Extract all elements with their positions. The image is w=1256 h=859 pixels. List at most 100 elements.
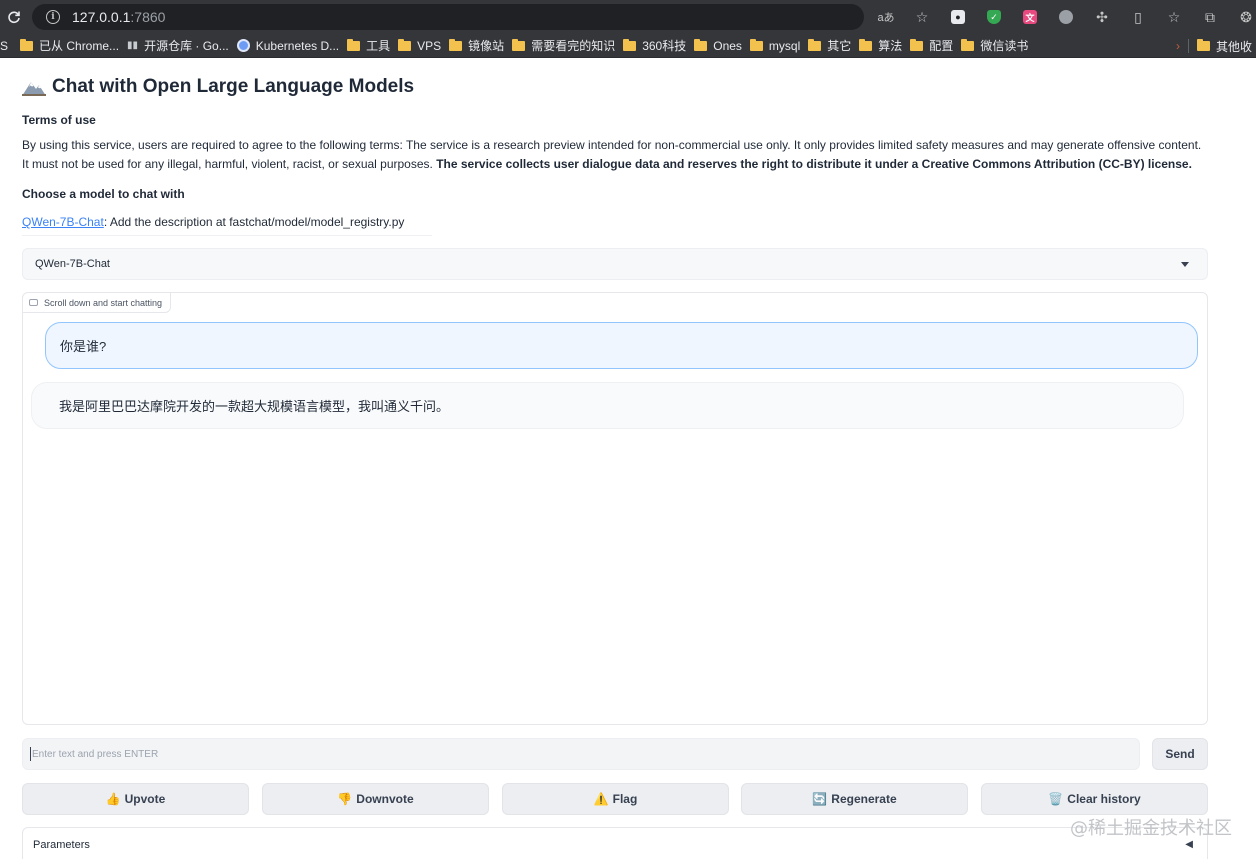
selected-model: QWen-7B-Chat xyxy=(35,258,110,270)
regenerate-button[interactable]: 🔄 Regenerate xyxy=(741,783,968,815)
bookmark-item[interactable]: mysql xyxy=(749,38,808,53)
folder-icon xyxy=(623,38,637,51)
regenerate-label: Regenerate xyxy=(831,792,897,806)
shield-icon[interactable]: ✓ xyxy=(976,0,1012,34)
folder-icon xyxy=(512,38,526,51)
chatbot[interactable]: Scroll down and start chatting 你是谁? 我是阿里… xyxy=(22,292,1208,725)
refresh-icon: 🔄 xyxy=(812,792,828,806)
upvote-button[interactable]: 👍 Upvote xyxy=(22,783,249,815)
bookmark-label: 需要看完的知识 xyxy=(531,39,616,53)
flag-button[interactable]: ⚠️ Flag xyxy=(502,783,729,815)
warning-icon: ⚠️ xyxy=(593,792,609,806)
bot-message: 我是阿里巴巴达摩院开发的一款超大规模语言模型，我叫通义千问。 xyxy=(31,382,1184,429)
title-text: Chat with Open Large Language Models xyxy=(52,76,415,97)
message-input[interactable] xyxy=(22,738,1140,770)
user-message-text: 你是谁? xyxy=(60,339,107,354)
book-icon: ▮▮ xyxy=(127,40,139,51)
sidepanel-icon[interactable]: ▯ xyxy=(1120,0,1156,34)
bookmarks-bar: S 已从 Chrome... ▮▮ 开源仓库 · Go... Kubernetes D.… xyxy=(0,34,1256,58)
browser-toolbar: i 127.0.0.1:7860 aあ ☆ ● ✓ 文 ✣ ▯ ☆ ⧉ ❂ xyxy=(0,0,1256,34)
reload-icon[interactable] xyxy=(2,5,26,29)
action-buttons: 👍 Upvote 👎 Downvote ⚠️ Flag 🔄 Regenerate 🗑️ C… xyxy=(22,783,1208,815)
other-bookmarks-label: 其他收 xyxy=(1216,39,1253,54)
folder-icon xyxy=(694,38,708,51)
folder-icon xyxy=(749,38,763,51)
thumbs-down-icon: 👎 xyxy=(337,792,353,806)
upvote-label: Upvote xyxy=(124,792,166,806)
more-bookmarks[interactable]: › 其他收 xyxy=(1176,34,1253,57)
terms-heading: Terms of use xyxy=(22,113,96,127)
bookmark-item[interactable]: 已从 Chrome... xyxy=(20,37,127,54)
thumbs-up-icon: 👍 xyxy=(105,792,121,806)
terms-bold: The service collects user dialogue data … xyxy=(436,157,1192,171)
bookmark-label: 工具 xyxy=(366,39,391,53)
chevron-down-icon xyxy=(1181,262,1189,267)
bookmark-label: Ones xyxy=(713,38,742,53)
separator xyxy=(1188,39,1189,53)
mountain-icon xyxy=(22,82,46,96)
model-description: QWen-7B-Chat: Add the description at fas… xyxy=(22,215,404,229)
bookmark-item[interactable]: 工具 xyxy=(347,37,398,54)
choose-model-heading: Choose a model to chat with xyxy=(22,187,185,201)
url-port: :7860 xyxy=(130,9,166,25)
bookmark-label: 其它 xyxy=(827,39,852,53)
profile-icon[interactable]: ❂ xyxy=(1228,0,1256,34)
downvote-button[interactable]: 👎 Downvote xyxy=(262,783,489,815)
folder-icon xyxy=(910,38,924,51)
model-selector[interactable]: QWen-7B-Chat xyxy=(22,248,1208,280)
puzzle-icon[interactable]: ✣ xyxy=(1084,0,1120,34)
bookmark-item[interactable]: 配置 xyxy=(910,37,961,54)
folder-icon xyxy=(961,38,975,51)
address-bar[interactable]: i 127.0.0.1:7860 xyxy=(32,4,864,30)
clear-history-label: Clear history xyxy=(1067,792,1141,806)
url-host: 127.0.0.1 xyxy=(72,9,131,25)
folder-icon xyxy=(859,38,873,51)
input-row: Send xyxy=(22,738,1208,770)
bookmark-item[interactable]: 360科技 xyxy=(623,37,694,54)
bookmark-label: S xyxy=(0,38,9,53)
bookmark-item[interactable]: VPS xyxy=(398,38,449,53)
bookmark-item[interactable]: ▮▮ 开源仓库 · Go... xyxy=(127,37,237,54)
parameters-accordion[interactable]: Parameters ◀ xyxy=(22,827,1208,859)
bot-message-text: 我是阿里巴巴达摩院开发的一款超大规模语言模型，我叫通义千问。 xyxy=(59,399,450,414)
folder-icon xyxy=(20,38,34,51)
bookmark-item[interactable]: 算法 xyxy=(859,37,910,54)
folder-icon xyxy=(398,38,412,51)
bookmark-item[interactable]: 其它 xyxy=(808,37,859,54)
bookmark-label: VPS xyxy=(417,38,442,53)
folder-icon xyxy=(449,38,463,51)
toolbar-icons: aあ ☆ ● ✓ 文 ✣ ▯ ☆ ⧉ ❂ xyxy=(868,0,1256,34)
bookmark-item[interactable]: Kubernetes D... xyxy=(236,38,347,53)
collections-icon[interactable]: ⧉ xyxy=(1192,0,1228,34)
chevron-right-icon: › xyxy=(1176,39,1180,53)
bookmark-label: Kubernetes D... xyxy=(255,38,340,53)
bookmark-item[interactable]: 镜像站 xyxy=(449,37,512,54)
extension-icon[interactable]: ● xyxy=(940,0,976,34)
chatbot-label-text: Scroll down and start chatting xyxy=(44,297,163,308)
bookmark-label: 镜像站 xyxy=(468,39,505,53)
text-cursor xyxy=(30,747,31,761)
clear-history-button[interactable]: 🗑️ Clear history xyxy=(981,783,1208,815)
send-button[interactable]: Send xyxy=(1152,738,1208,770)
watermark: @稀土掘金技术社区 xyxy=(1070,818,1232,839)
bookmark-label: 已从 Chrome... xyxy=(39,39,120,53)
bookmark-item[interactable]: 微信读书 xyxy=(961,37,1036,54)
bookmark-item[interactable]: Ones xyxy=(694,38,750,53)
star-icon[interactable]: ☆ xyxy=(904,0,940,34)
model-link[interactable]: QWen-7B-Chat xyxy=(22,215,104,229)
bookmark-label: 开源仓库 · Go... xyxy=(144,39,229,53)
circle-ext-icon[interactable] xyxy=(1048,0,1084,34)
divider xyxy=(22,235,432,236)
site-info-icon[interactable]: i xyxy=(46,10,60,24)
favorites-icon[interactable]: ☆ xyxy=(1156,0,1192,34)
translate-ext-icon[interactable]: 文 xyxy=(1012,0,1048,34)
bookmark-item[interactable]: S xyxy=(0,39,20,53)
user-message: 你是谁? xyxy=(45,322,1198,369)
bookmark-label: 算法 xyxy=(878,39,903,53)
chatbot-label: Scroll down and start chatting xyxy=(23,293,172,313)
translate-icon[interactable]: aあ xyxy=(868,0,904,34)
bookmark-item[interactable]: 需要看完的知识 xyxy=(512,37,623,54)
page-title: Chat with Open Large Language Models xyxy=(22,76,414,98)
globe-icon xyxy=(236,39,250,52)
collapse-arrow-icon: ◀ xyxy=(1185,839,1193,850)
